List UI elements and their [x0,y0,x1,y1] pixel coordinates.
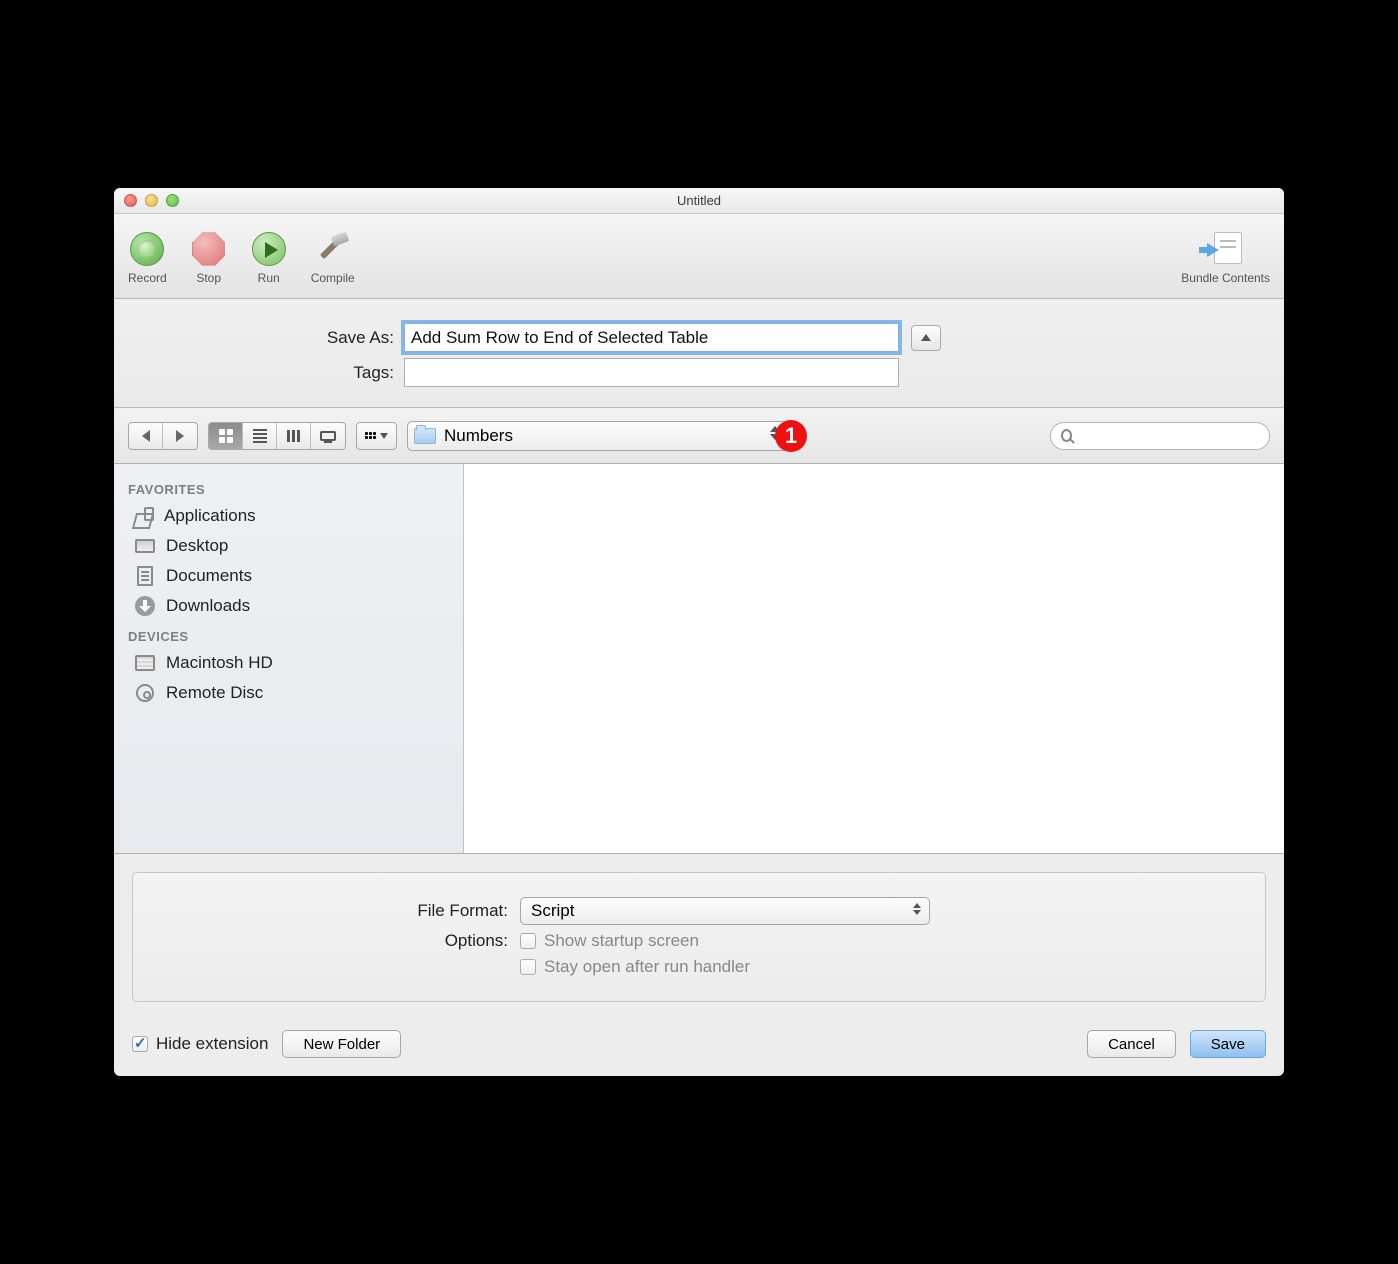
hammer-icon [316,232,350,266]
main-toolbar: Record Stop Run Compile Bundle Contents [114,214,1284,299]
location-label: Numbers [444,426,513,446]
grid-icon [219,429,233,443]
run-button[interactable]: Run [251,231,287,285]
sidebar-item-downloads[interactable]: Downloads [114,591,463,621]
tags-label: Tags: [184,363,394,383]
hide-extension-label: Hide extension [156,1034,268,1054]
checkbox-icon [520,933,536,949]
downloads-icon [135,596,155,616]
list-icon [253,429,267,443]
arrange-icon [365,432,376,439]
file-format-label: File Format: [143,901,508,921]
save-label: Save [1211,1036,1245,1053]
icon-view-button[interactable] [209,423,243,449]
view-mode-segment [208,422,346,450]
updown-arrows-icon [913,903,921,915]
file-browser: FAVORITES Applications Desktop Documents… [114,464,1284,854]
sidebar-item-label: Documents [166,566,252,586]
sidebar-item-label: Desktop [166,536,228,556]
sidebar-item-desktop[interactable]: Desktop [114,531,463,561]
cancel-button[interactable]: Cancel [1087,1030,1176,1058]
file-format-popup[interactable]: Script [520,897,930,925]
chevron-right-icon [176,430,184,442]
sidebar-item-label: Downloads [166,596,250,616]
sidebar-item-applications[interactable]: Applications [114,501,463,531]
compile-button[interactable]: Compile [311,231,355,285]
stop-icon [192,232,226,266]
hide-extension-checkbox[interactable]: Hide extension [132,1034,268,1054]
sidebar-item-documents[interactable]: Documents [114,561,463,591]
expand-collapse-button[interactable] [911,325,941,351]
search-icon [1061,429,1072,442]
columns-icon [287,430,301,442]
record-button[interactable]: Record [128,231,167,285]
sidebar: FAVORITES Applications Desktop Documents… [114,464,464,853]
stay-open-checkbox[interactable]: Stay open after run handler [520,957,750,977]
list-view-button[interactable] [243,423,277,449]
search-input[interactable] [1078,428,1259,444]
documents-icon [137,566,153,586]
save-dialog-window: Untitled Record Stop Run Compile Bundle … [114,188,1284,1076]
window-title: Untitled [114,193,1284,208]
run-label: Run [258,271,280,285]
bundle-icon [1208,232,1244,266]
options-label: Options: [143,931,508,951]
stop-label: Stop [196,271,221,285]
record-label: Record [128,271,167,285]
forward-button[interactable] [163,423,197,449]
coverflow-icon [320,431,336,441]
record-icon [130,232,164,266]
browser-nav-toolbar: Numbers 1 [114,408,1284,464]
save-button[interactable]: Save [1190,1030,1266,1058]
titlebar: Untitled [114,188,1284,214]
column-view-button[interactable] [277,423,311,449]
new-folder-label: New Folder [303,1036,380,1053]
annotation-badge-1: 1 [775,420,807,452]
file-listing-pane[interactable] [464,464,1284,853]
options-panel: File Format: Script Options: Show startu… [132,872,1266,1002]
option-label: Stay open after run handler [544,957,750,977]
chevron-left-icon [142,430,150,442]
option-label: Show startup screen [544,931,699,951]
save-sheet-header: Save As: Tags: [114,299,1284,408]
show-startup-screen-checkbox[interactable]: Show startup screen [520,931,699,951]
checkbox-icon [520,959,536,975]
search-field[interactable] [1050,422,1270,450]
harddrive-icon [135,655,155,671]
bundle-label: Bundle Contents [1181,271,1270,285]
favorites-header: FAVORITES [114,474,463,501]
tags-input[interactable] [404,358,899,387]
applications-icon [134,507,154,525]
chevron-down-icon [380,433,388,439]
chevron-up-icon [921,334,931,341]
sidebar-item-label: Applications [164,506,256,526]
file-format-value: Script [531,901,574,921]
history-nav [128,422,198,450]
arrange-button[interactable] [356,422,397,450]
disc-icon [136,684,154,702]
back-button[interactable] [129,423,163,449]
play-icon [252,232,286,266]
sidebar-item-remote-disc[interactable]: Remote Disc [114,678,463,708]
sidebar-item-label: Remote Disc [166,683,263,703]
location-popup[interactable]: Numbers [407,421,787,451]
bottom-bar: Hide extension New Folder Cancel Save [114,1020,1284,1076]
devices-header: DEVICES [114,621,463,648]
save-as-label: Save As: [184,328,394,348]
checkbox-checked-icon [132,1036,148,1052]
sidebar-item-label: Macintosh HD [166,653,273,673]
coverflow-view-button[interactable] [311,423,345,449]
save-as-input[interactable] [404,323,899,352]
desktop-icon [135,539,155,553]
new-folder-button[interactable]: New Folder [282,1030,401,1058]
sidebar-item-macintosh-hd[interactable]: Macintosh HD [114,648,463,678]
compile-label: Compile [311,271,355,285]
folder-icon [414,428,436,444]
stop-button[interactable]: Stop [191,231,227,285]
cancel-label: Cancel [1108,1036,1155,1053]
bundle-contents-button[interactable]: Bundle Contents [1181,231,1270,285]
